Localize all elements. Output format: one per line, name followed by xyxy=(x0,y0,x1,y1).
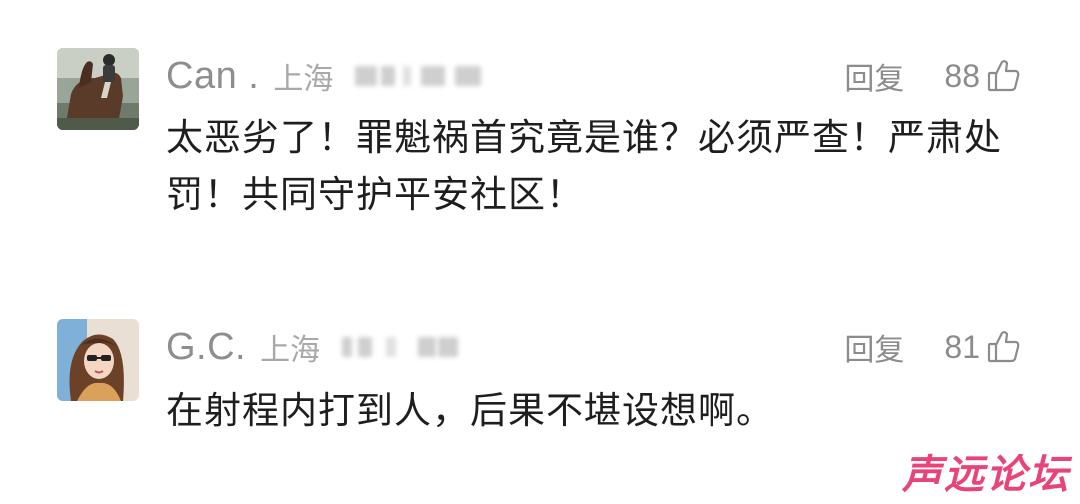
comment-actions: 回复 88 xyxy=(844,51,1022,101)
avatar[interactable] xyxy=(57,319,139,401)
comment-item: Can . 上海 回复 88 太恶劣了！罪魁祸首究竟是谁？必须严查！严肃处罚！共… xyxy=(0,45,1080,245)
like-count: 81 xyxy=(944,328,980,365)
avatar-horse-rider-image xyxy=(57,48,139,130)
reply-button[interactable]: 回复 xyxy=(844,325,904,369)
username[interactable]: G.C. xyxy=(166,326,246,369)
forum-watermark-logo: 声远论坛 xyxy=(902,452,1070,498)
comment-meta: Can . 上海 xyxy=(166,51,483,101)
thumbs-up-icon[interactable] xyxy=(986,58,1022,94)
comment-actions: 回复 81 xyxy=(844,322,1022,372)
reply-button[interactable]: 回复 xyxy=(844,54,904,98)
username[interactable]: Can . xyxy=(166,55,259,98)
comment-item: G.C. 上海 回复 81 在射程内打到人，后果不堪设想啊。 xyxy=(0,316,1080,456)
ip-location: 上海 xyxy=(273,62,334,97)
comment-text: 太恶劣了！罪魁祸首究竟是谁？必须严查！严肃处罚！共同守护平安社区！ xyxy=(166,116,1002,216)
avatar-illustrated-woman-image xyxy=(57,319,139,401)
avatar[interactable] xyxy=(57,48,139,130)
blurred-timestamp xyxy=(342,333,470,361)
ip-location: 上海 xyxy=(260,333,321,368)
thumbs-up-icon[interactable] xyxy=(986,329,1022,365)
blurred-timestamp xyxy=(355,62,483,90)
like-count: 88 xyxy=(944,57,980,94)
comment-text: 在射程内打到人，后果不堪设想啊。 xyxy=(166,389,774,432)
comment-meta: G.C. 上海 xyxy=(166,322,470,372)
